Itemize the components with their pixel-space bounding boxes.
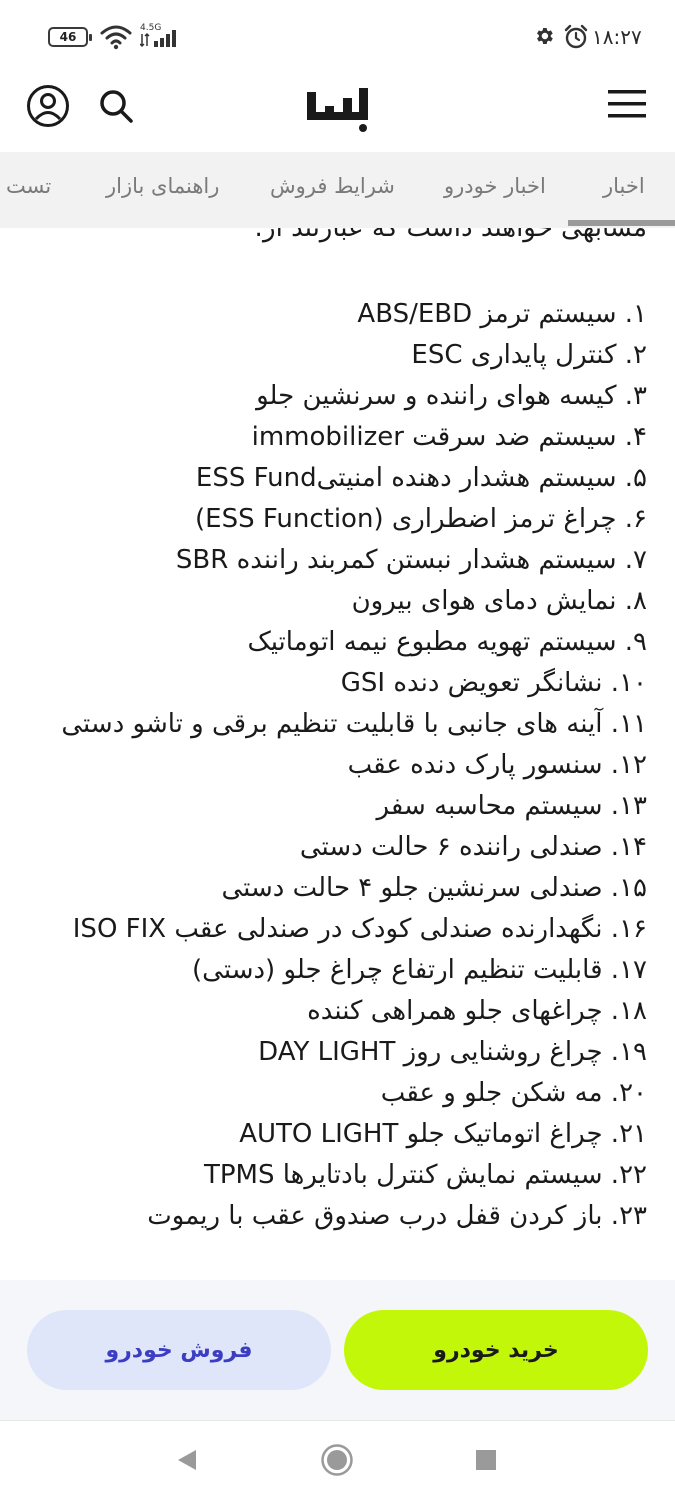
system-nav-bar <box>0 1420 675 1500</box>
feature-item: ۱۰. نشانگر تعویض دنده GSI <box>340 668 647 698</box>
back-icon[interactable] <box>174 1447 200 1473</box>
wifi-icon <box>100 25 132 50</box>
action-bar: خرید خودرو فروش خودرو <box>0 1280 675 1420</box>
feature-item: ۱۴. صندلی راننده ۶ حالت دستی <box>299 832 647 862</box>
feature-item: ۱۹. چراغ روشنایی روز DAY LIGHT <box>258 1037 647 1067</box>
tab-news[interactable]: اخبار <box>603 174 645 198</box>
tab-car-news[interactable]: اخبار خودرو <box>444 174 546 198</box>
battery-level: 46 <box>59 30 77 44</box>
feature-list: ۱. سیستم ترمز ABS/EBD ۲. کنترل پایداری ES… <box>7 294 647 1237</box>
feature-item: ۲۲. سیستم نمایش کنترل بادتایرها TPMS <box>204 1160 647 1190</box>
screen: 46 4.5G ۱۸:۲۷ اخبار اخبار خودرو شرایط فر… <box>0 0 675 1500</box>
feature-item: ۱۶. نگهدارنده صندلی کودک در صندلی عقب IS… <box>72 914 647 944</box>
search-icon[interactable] <box>96 86 136 126</box>
battery-icon: 46 <box>48 27 92 47</box>
feature-item: ۵. سیستم هشدار دهنده امنیتیESS Fund <box>195 463 647 493</box>
feature-item: ۷. سیستم هشدار نبستن کمربند راننده SBR <box>175 545 647 575</box>
article-body: مشابهی خواهند داشت که عبارتند از: ۱. سیس… <box>0 228 675 1280</box>
feature-item: ۲۱. چراغ اتوماتیک جلو AUTO LIGHT <box>239 1119 647 1149</box>
feature-item: ۴. سیستم ضد سرقت immobilizer <box>251 422 647 452</box>
feature-item: ۱۱. آینه های جانبی با قابلیت تنظیم برقی … <box>61 709 647 739</box>
profile-icon[interactable] <box>26 84 70 128</box>
feature-item: ۱۸. چراغهای جلو همراهی کننده <box>307 996 647 1026</box>
feature-item: ۸. نمایش دمای هوای بیرون <box>351 586 647 616</box>
clock: ۱۸:۲۷ <box>592 25 642 49</box>
feature-item: ۲۰. مه شکن جلو و عقب <box>380 1078 647 1108</box>
feature-item: ۱۲. سنسور پارک دنده عقب <box>347 750 647 780</box>
tab-sale-conditions[interactable]: شرایط فروش <box>270 174 395 198</box>
feature-item: ۱. سیستم ترمز ABS/EBD <box>357 299 647 329</box>
feature-item: ۱۵. صندلی سرنشین جلو ۴ حالت دستی <box>221 873 647 903</box>
article-paragraph: مشابهی خواهند داشت که عبارتند از: <box>254 228 647 243</box>
feature-item: ۹. سیستم تهویه مطبوع نیمه اتوماتیک <box>247 627 647 657</box>
menu-icon[interactable] <box>606 86 648 122</box>
feature-item: ۱۳. سیستم محاسبه سفر <box>376 791 647 821</box>
tab-test[interactable]: تست <box>6 174 51 198</box>
active-tab-indicator <box>568 220 675 226</box>
feature-item: ۶. چراغ ترمز اضطراری (ESS Function) <box>194 504 647 534</box>
recent-apps-icon[interactable] <box>474 1448 498 1472</box>
logo[interactable] <box>305 82 371 132</box>
buy-car-button[interactable]: خرید خودرو <box>344 1310 648 1390</box>
status-bar: 46 4.5G ۱۸:۲۷ <box>0 0 675 72</box>
alarm-icon <box>564 24 588 49</box>
feature-item: ۳. کیسه هوای راننده و سرنشین جلو <box>256 381 647 411</box>
feature-item: ۲. کنترل پایداری ESC <box>411 340 647 370</box>
sell-car-button[interactable]: فروش خودرو <box>27 1310 331 1390</box>
category-tabs: اخبار اخبار خودرو شرایط فروش راهنمای باز… <box>0 152 675 228</box>
gear-icon <box>537 28 553 44</box>
home-icon[interactable] <box>320 1443 354 1477</box>
feature-item: ۲۳. باز کردن قفل درب صندوق عقب با ریموت <box>147 1201 647 1231</box>
tab-market-guide[interactable]: راهنمای بازار <box>106 174 219 198</box>
signal-icon <box>140 30 176 48</box>
app-header <box>0 72 675 152</box>
feature-item: ۱۷. قابلیت تنظیم ارتفاع چراغ جلو (دستی) <box>192 955 647 985</box>
